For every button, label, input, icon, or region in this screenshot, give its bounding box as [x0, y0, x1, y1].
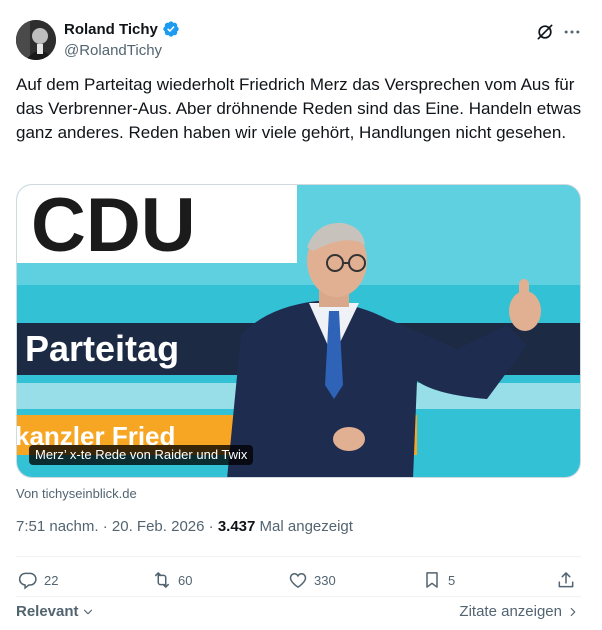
- media-image: CDU Parteitag kanzler Fried: [17, 185, 580, 477]
- like-button[interactable]: 330: [288, 566, 336, 594]
- repost-button[interactable]: 60: [152, 566, 192, 594]
- tweet-time[interactable]: 7:51 nachm.: [16, 518, 99, 535]
- reply-count: 22: [44, 572, 59, 588]
- meta-separator: ·: [102, 518, 112, 535]
- backdrop-logo-text: CDU: [31, 185, 196, 268]
- media-card[interactable]: CDU Parteitag kanzler Fried Merz’ x-te R…: [16, 184, 581, 478]
- like-count: 330: [314, 572, 336, 588]
- chevron-down-icon: [83, 609, 92, 614]
- author-name[interactable]: Roland Tichy: [64, 21, 158, 38]
- tweet-text: Auf dem Parteitag wiederholt Friedrich M…: [16, 75, 582, 142]
- repost-icon: [155, 572, 169, 588]
- bookmark-icon: [426, 572, 438, 588]
- tweet-meta: 7:51 nachm. · 20. Feb. 2026 · 3.437 Mal …: [16, 518, 353, 535]
- share-icon: [558, 572, 574, 588]
- quotes-label: Zitate anzeigen: [459, 603, 562, 620]
- chevron-right-icon: [570, 607, 576, 616]
- action-bar: 22 60 330 5: [16, 566, 581, 594]
- divider: [16, 596, 581, 597]
- views-label: Mal angezeigt: [259, 518, 353, 535]
- link-source[interactable]: Von tichyseinblick.de: [16, 486, 137, 501]
- divider: [16, 556, 581, 557]
- views-count: 3.437: [217, 518, 256, 535]
- reply-button[interactable]: 22: [18, 566, 58, 594]
- bookmark-count: 5: [448, 572, 456, 588]
- repost-count: 60: [178, 572, 193, 588]
- avatar[interactable]: [16, 20, 56, 60]
- media-caption: Merz’ x-te Rede von Raider und Twix: [29, 445, 254, 465]
- sort-relevant-dropdown[interactable]: Relevant: [16, 603, 95, 620]
- bookmark-button[interactable]: 5: [422, 566, 455, 594]
- more-options-icon[interactable]: [562, 22, 582, 42]
- heart-icon: [289, 572, 307, 588]
- verified-badge-icon: [162, 20, 180, 38]
- backdrop-banner-text: Parteitag: [25, 328, 179, 369]
- meta-separator: ·: [208, 518, 218, 535]
- view-quotes-link[interactable]: Zitate anzeigen: [459, 603, 580, 620]
- reply-icon: [18, 572, 37, 590]
- tweet-card: Roland Tichy @RolandTichy Auf dem Partei…: [0, 0, 602, 630]
- share-button[interactable]: [556, 566, 576, 594]
- grok-icon[interactable]: [535, 22, 555, 42]
- tweet-date[interactable]: 20. Feb. 2026: [112, 518, 205, 535]
- sort-label: Relevant: [16, 603, 79, 620]
- author-handle[interactable]: @RolandTichy: [64, 42, 162, 59]
- author-name-row: Roland Tichy: [64, 20, 180, 38]
